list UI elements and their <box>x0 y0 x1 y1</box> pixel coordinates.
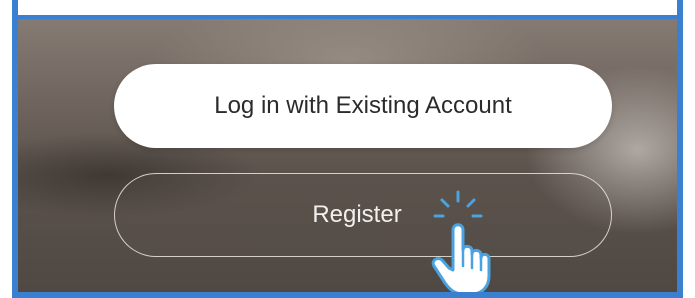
top-strip <box>18 0 677 19</box>
register-button-label: Register <box>312 201 402 228</box>
app-screen: Log in with Existing Account Register <box>12 0 683 298</box>
login-existing-account-button[interactable]: Log in with Existing Account <box>114 64 612 148</box>
register-button[interactable]: Register <box>114 173 612 257</box>
